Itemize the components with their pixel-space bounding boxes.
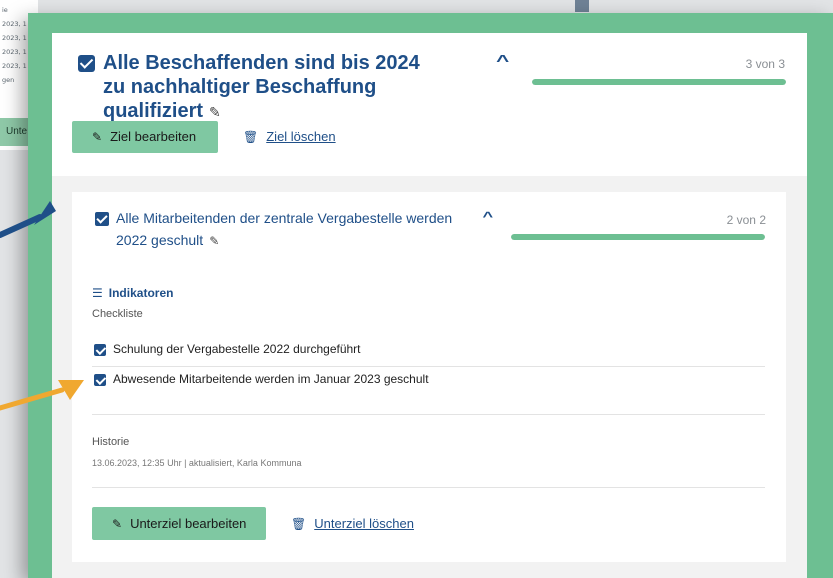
background-text: 2023, 1 (2, 48, 27, 56)
background-text: gen (2, 76, 15, 84)
checklist-item[interactable]: Abwesende Mitarbeitende werden im Januar… (92, 367, 765, 397)
edit-goal-button[interactable]: ✎ Ziel bearbeiten (72, 121, 218, 153)
checklist-item[interactable]: Schulung der Vergabestelle 2022 durchgef… (92, 337, 765, 367)
chevron-up-icon[interactable]: ^ (482, 209, 493, 224)
delete-subgoal-label: Unterziel löschen (314, 516, 414, 531)
background-text: 2023, 1 (2, 20, 27, 28)
background-text: 2023, 1 (2, 34, 27, 42)
pencil-icon: ✎ (112, 517, 123, 531)
pencil-icon[interactable]: ✎ (209, 230, 219, 252)
blue-arrow-annotation (0, 201, 56, 238)
delete-subgoal-link[interactable]: 🗑 Unterziel löschen (291, 516, 414, 531)
background-text: 2023, 1 (2, 62, 27, 70)
pencil-icon: ✎ (92, 130, 103, 144)
goal-title[interactable]: Alle Beschaffenden sind bis 2024 zu nach… (103, 51, 433, 124)
delete-goal-link[interactable]: 🗑 Ziel löschen (243, 129, 336, 144)
background-text: ie (2, 6, 8, 14)
subgoal-card: Alle Mitarbeitenden der zentrale Vergabe… (72, 192, 786, 562)
edit-subgoal-label: Unterziel bearbeiten (130, 516, 247, 531)
edit-subgoal-button[interactable]: ✎ Unterziel bearbeiten (92, 507, 266, 540)
checkbox-checked-icon[interactable] (94, 344, 106, 356)
subgoal-progress-bar (511, 234, 765, 240)
checklist-item-label: Abwesende Mitarbeitende werden im Januar… (113, 372, 429, 386)
sliders-icon: ☰ (92, 286, 103, 300)
goal-card: Alle Beschaffenden sind bis 2024 zu nach… (52, 33, 807, 578)
background-tab (575, 0, 589, 12)
subgoal-title[interactable]: Alle Mitarbeitenden der zentrale Vergabe… (116, 207, 476, 252)
checklist-item-label: Schulung der Vergabestelle 2022 durchgef… (113, 342, 361, 356)
orange-arrow-annotation (0, 380, 84, 411)
goal-progress-fill (532, 79, 786, 85)
edit-goal-label: Ziel bearbeiten (110, 129, 197, 144)
checkbox-checked-icon[interactable] (94, 374, 106, 386)
trash-icon: 🗑 (243, 130, 259, 144)
chevron-up-icon[interactable]: ^ (496, 53, 509, 71)
subgoal-checkbox-icon[interactable] (95, 212, 109, 226)
goal-title-text: Alle Beschaffenden sind bis 2024 zu nach… (103, 52, 420, 122)
divider (92, 487, 765, 488)
subgoal-progress-count: 2 von 2 (726, 213, 766, 227)
indicators-heading[interactable]: ☰ Indikatoren (92, 286, 173, 300)
history-entry: 13.06.2023, 12:35 Uhr | aktualisiert, Ka… (92, 458, 302, 468)
delete-goal-label: Ziel löschen (266, 129, 336, 144)
subgoal-section: Alle Mitarbeitenden der zentrale Vergabe… (52, 176, 807, 578)
goal-frame: Alle Beschaffenden sind bis 2024 zu nach… (28, 13, 833, 578)
goal-progress-count: 3 von 3 (745, 57, 785, 71)
subgoal-progress-fill (511, 234, 765, 240)
indicators-label: Indikatoren (108, 286, 174, 300)
indicator-type: Checkliste (92, 308, 143, 320)
trash-icon: 🗑 (291, 517, 307, 531)
subgoal-title-text: Alle Mitarbeitenden der zentrale Vergabe… (116, 210, 453, 248)
history-heading: Historie (92, 436, 130, 448)
divider (92, 414, 765, 415)
goal-progress-bar (532, 79, 786, 85)
goal-checkbox-icon[interactable] (78, 55, 95, 72)
